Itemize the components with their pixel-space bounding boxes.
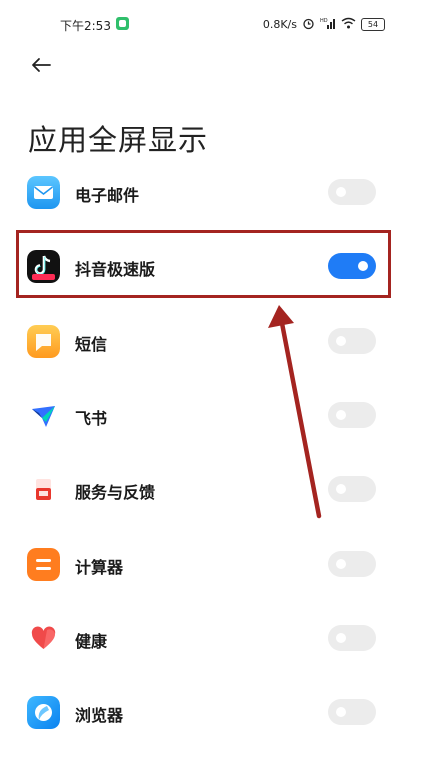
- alarm-icon: [302, 17, 315, 32]
- feishu-app-icon: [27, 399, 60, 432]
- fullscreen-toggle-browser[interactable]: [328, 699, 376, 725]
- app-row-messages[interactable]: 短信: [0, 311, 425, 371]
- app-label: 飞书: [75, 409, 108, 428]
- fullscreen-toggle-feishu[interactable]: [328, 402, 376, 428]
- network-speed: 0.8K/s: [262, 17, 297, 31]
- fullscreen-toggle-messages[interactable]: [328, 328, 376, 354]
- status-right-group: 0.8K/s HD 54: [263, 15, 385, 33]
- app-row-browser[interactable]: 浏览器: [0, 682, 425, 742]
- app-row-email[interactable]: 电子邮件: [0, 162, 425, 222]
- notification-app-icon: [116, 17, 129, 30]
- app-row-feishu[interactable]: 飞书: [0, 385, 425, 445]
- fullscreen-toggle-health[interactable]: [328, 625, 376, 651]
- health-app-icon: [27, 622, 60, 655]
- wifi-icon: [341, 17, 356, 31]
- battery-indicator: 54: [361, 17, 385, 31]
- app-label: 健康: [75, 632, 108, 651]
- status-time: 下午2:53: [60, 19, 111, 33]
- page-title: 应用全屏显示: [28, 123, 209, 158]
- signal-hd-label: HD: [320, 18, 328, 24]
- email-app-icon: [27, 176, 60, 209]
- app-label: 电子邮件: [75, 186, 140, 205]
- back-arrow-icon: [32, 58, 51, 72]
- fullscreen-toggle-service-feedback[interactable]: [328, 476, 376, 502]
- messages-app-icon: [27, 325, 60, 358]
- app-label: 浏览器: [75, 706, 124, 725]
- highlight-box: [16, 230, 391, 298]
- service-feedback-app-icon: [27, 473, 60, 506]
- app-row-health[interactable]: 健康: [0, 608, 425, 668]
- calculator-app-icon: [27, 548, 60, 581]
- app-row-calculator[interactable]: 计算器: [0, 534, 425, 594]
- app-label: 短信: [75, 335, 108, 354]
- app-label: 服务与反馈: [75, 483, 156, 502]
- app-row-service-feedback[interactable]: 服务与反馈: [0, 459, 425, 519]
- signal-icon: HD: [320, 17, 336, 31]
- fullscreen-toggle-calculator[interactable]: [328, 551, 376, 577]
- app-label: 计算器: [75, 558, 124, 577]
- fullscreen-toggle-email[interactable]: [328, 179, 376, 205]
- status-bar: 下午2:53 0.8K/s HD 54: [0, 0, 425, 46]
- back-button[interactable]: [26, 52, 56, 78]
- browser-app-icon: [27, 696, 60, 729]
